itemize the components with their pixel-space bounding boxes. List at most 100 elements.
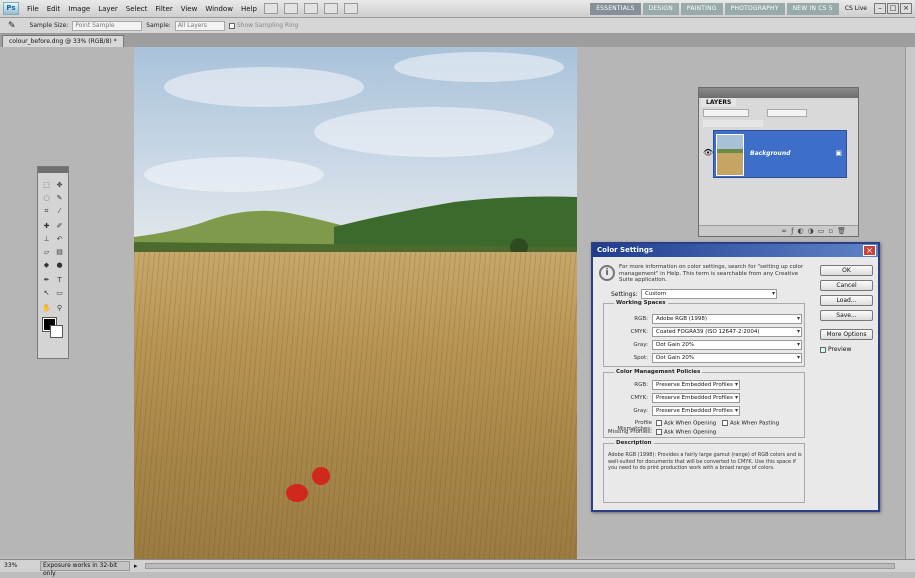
cancel-button[interactable]: Cancel: [820, 280, 873, 291]
ws-gray-select[interactable]: Dot Gain 20%: [652, 340, 802, 350]
healing-tool-icon[interactable]: ✚: [42, 222, 51, 230]
background-color-swatch[interactable]: [50, 325, 63, 338]
sample-select[interactable]: All Layers: [174, 20, 225, 31]
layers-tab[interactable]: LAYERS: [701, 98, 737, 107]
sample-size-label: Sample Size:: [29, 22, 69, 29]
workspace-photography[interactable]: PHOTOGRAPHY: [724, 2, 785, 15]
lock-icon: ▣: [835, 149, 842, 157]
screen-mode-icon[interactable]: [343, 3, 358, 14]
menu-filter[interactable]: Filter: [151, 5, 176, 13]
type-tool-icon[interactable]: T: [55, 276, 64, 284]
sample-size-select[interactable]: Point Sample: [72, 20, 143, 31]
layers-panel: LAYERS 👁 Background ▣ ∞ƒ◐◑▭▫🗑: [698, 87, 859, 237]
ask-when-pasting-checkbox[interactable]: [722, 420, 728, 426]
sample-label: Sample:: [146, 22, 171, 29]
settings-label: Settings:: [611, 291, 638, 298]
ask-when-pasting-option[interactable]: Ask When Pasting: [722, 420, 779, 427]
restore-icon[interactable]: □: [887, 3, 899, 14]
workspace-painting[interactable]: PAINTING: [680, 2, 723, 15]
marquee-tool-icon[interactable]: ⬚: [42, 181, 51, 189]
eyedropper-tool-icon[interactable]: ⁄: [55, 207, 64, 215]
view-extras-icon[interactable]: [303, 3, 318, 14]
arrange-documents-icon[interactable]: [323, 3, 338, 14]
photoshop-logo: Ps: [3, 2, 19, 15]
blur-tool-icon[interactable]: ◆: [42, 261, 51, 269]
eraser-tool-icon[interactable]: ▱: [42, 248, 51, 256]
menu-select[interactable]: Select: [122, 5, 152, 13]
workspace-new-in-cs5[interactable]: NEW IN CS 5: [786, 2, 839, 15]
ok-button[interactable]: OK: [820, 265, 873, 276]
policy-cmyk-select[interactable]: Preserve Embedded Profiles: [652, 393, 740, 403]
status-info: Exposure works in 32-bit only: [40, 561, 130, 577]
horizontal-scrollbar[interactable]: [145, 563, 895, 569]
shape-tool-icon[interactable]: ▭: [55, 289, 64, 297]
more-options-button[interactable]: More Options: [820, 329, 873, 340]
visibility-eye-icon[interactable]: 👁: [703, 148, 713, 157]
clone-stamp-tool-icon[interactable]: ⊥: [42, 235, 51, 243]
lasso-tool-icon[interactable]: ◌: [42, 194, 51, 202]
dialog-close-icon[interactable]: ×: [863, 245, 876, 256]
workspace-essentials[interactable]: ESSENTIALS: [590, 2, 641, 15]
blend-mode-select[interactable]: [703, 109, 749, 117]
ws-cmyk-select[interactable]: Coated FOGRA39 (ISO 12647-2:2004): [652, 327, 802, 337]
mini-bridge-icon[interactable]: [283, 3, 298, 14]
missing-ask-when-opening-option[interactable]: Ask When Opening: [656, 429, 716, 436]
dodge-tool-icon[interactable]: ●: [55, 261, 64, 269]
preview-option[interactable]: Preview: [820, 346, 851, 353]
save-button[interactable]: Save...: [820, 310, 873, 321]
description-group: Description Adobe RGB (1998): Provides a…: [603, 440, 805, 503]
menu-edit[interactable]: Edit: [43, 5, 65, 13]
cs-live[interactable]: CS Live: [845, 5, 867, 12]
lock-options[interactable]: [703, 120, 763, 127]
policy-gray-select[interactable]: Preserve Embedded Profiles: [652, 406, 740, 416]
quick-select-tool-icon[interactable]: ✎: [55, 194, 64, 202]
layer-row[interactable]: Background ▣: [713, 130, 847, 178]
brush-tool-icon[interactable]: ✐: [55, 222, 64, 230]
ws-spot-label: Spot:: [633, 355, 648, 361]
document-canvas[interactable]: [134, 47, 577, 559]
workspace-design[interactable]: DESIGN: [642, 2, 679, 15]
menu-bar: Ps File Edit Image Layer Select Filter V…: [0, 0, 915, 18]
preview-checkbox[interactable]: [820, 346, 826, 353]
hand-tool-icon[interactable]: ✋: [42, 304, 51, 312]
menu-layer[interactable]: Layer: [94, 5, 122, 13]
settings-select[interactable]: Custom: [641, 289, 777, 299]
document-tab[interactable]: colour_before.dng @ 33% (RGB/8) *: [2, 35, 124, 47]
missing-ask-when-opening-checkbox[interactable]: [656, 429, 662, 435]
move-tool-icon[interactable]: ✥: [55, 181, 64, 189]
layers-footer-buttons[interactable]: ∞ƒ◐◑▭▫🗑: [699, 225, 858, 236]
policy-gray-label: Gray:: [633, 408, 648, 414]
eyedropper-icon[interactable]: ✎: [8, 21, 16, 31]
menu-window[interactable]: Window: [201, 5, 237, 13]
zoom-level[interactable]: 33%: [4, 560, 17, 572]
menu-image[interactable]: Image: [64, 5, 94, 13]
pen-tool-icon[interactable]: ✒: [42, 276, 51, 284]
layer-thumbnail: [716, 134, 744, 176]
gradient-tool-icon[interactable]: ▤: [55, 248, 64, 256]
ws-spot-select[interactable]: Dot Gain 20%: [652, 353, 802, 363]
menu-view[interactable]: View: [177, 5, 202, 13]
show-ring-checkbox[interactable]: [228, 22, 235, 29]
layers-panel-header[interactable]: [699, 88, 858, 98]
menu-help[interactable]: Help: [237, 5, 261, 13]
history-brush-tool-icon[interactable]: ↶: [55, 235, 64, 243]
opacity-field[interactable]: [767, 109, 807, 117]
dialog-title: Color Settings: [593, 244, 878, 257]
status-menu-arrow-icon[interactable]: ▸: [134, 560, 138, 572]
ask-when-opening-checkbox[interactable]: [656, 420, 662, 426]
close-icon[interactable]: ×: [900, 3, 912, 14]
zoom-tool-icon[interactable]: ⚲: [55, 304, 64, 312]
vertical-scrollbar[interactable]: [905, 47, 915, 559]
menu-file[interactable]: File: [23, 5, 43, 13]
minimize-icon[interactable]: –: [874, 3, 886, 14]
path-select-tool-icon[interactable]: ↖: [42, 289, 51, 297]
bridge-icon[interactable]: [263, 3, 278, 14]
ws-rgb-select[interactable]: Adobe RGB (1998): [652, 314, 802, 324]
crop-tool-icon[interactable]: ⌗: [42, 207, 51, 215]
policy-rgb-select[interactable]: Preserve Embedded Profiles: [652, 380, 740, 390]
missing-profiles-label: Missing Profiles:: [607, 429, 652, 435]
show-ring-label: Show Sampling Ring: [236, 22, 299, 29]
document-tab-bar: colour_before.dng @ 33% (RGB/8) *: [0, 34, 915, 47]
ask-when-opening-option[interactable]: Ask When Opening: [656, 420, 716, 427]
load-button[interactable]: Load...: [820, 295, 873, 306]
